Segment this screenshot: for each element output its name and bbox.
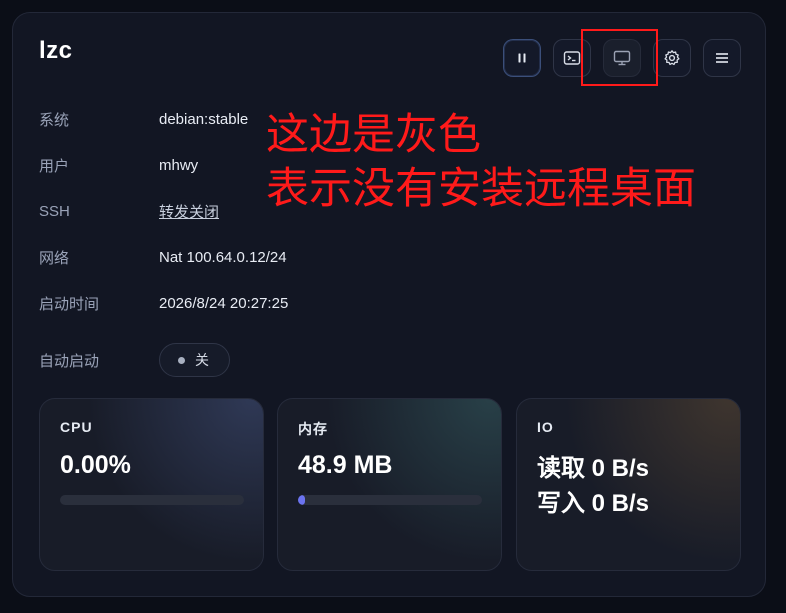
memory-progress-bar — [298, 495, 482, 505]
ssh-forward-link[interactable]: 转发关闭 — [159, 201, 219, 222]
autostart-label: 自动启动 — [39, 352, 100, 370]
terminal-icon — [563, 51, 581, 65]
start-time-label: 启动时间 — [39, 295, 100, 313]
io-label: IO — [537, 419, 554, 435]
pause-button[interactable] — [503, 39, 541, 77]
cpu-label: CPU — [60, 419, 93, 435]
highlight-box — [581, 29, 658, 86]
system-label: 系统 — [39, 111, 70, 129]
memory-label: 内存 — [298, 421, 328, 437]
system-value: debian:stable — [159, 110, 249, 128]
menu-button[interactable] — [703, 39, 741, 77]
cpu-card: CPU 0.00% — [39, 398, 264, 571]
vm-card: lzc 系统 debian:stable 用户 mhwy SSH 转发关闭 网络… — [12, 12, 766, 597]
user-value: mhwy — [159, 156, 199, 174]
pause-icon — [518, 53, 526, 63]
cpu-value: 0.00% — [60, 451, 131, 479]
memory-value: 48.9 MB — [298, 451, 393, 479]
io-values: 读取 0 B/s 写入 0 B/s — [537, 451, 649, 521]
cpu-progress-bar — [60, 495, 244, 505]
annotation-line-1: 这边是灰色 — [266, 110, 481, 160]
user-label: 用户 — [39, 157, 70, 175]
ssh-label: SSH — [39, 202, 70, 220]
memory-progress-fill — [298, 495, 306, 505]
toggle-dot-icon — [178, 356, 185, 364]
autostart-row: 自动启动 关 — [39, 343, 439, 377]
start-time-value: 2026/8/24 20:27:25 — [159, 294, 289, 312]
io-write-value: 写入 0 B/s — [537, 490, 650, 517]
network-row: 网络 Nat 100.64.0.12/24 — [39, 245, 439, 269]
start-time-row: 启动时间 2026/8/24 20:27:25 — [39, 291, 439, 315]
network-value: Nat 100.64.0.12/24 — [159, 248, 287, 266]
menu-icon — [716, 53, 728, 63]
annotation-line-2: 表示没有安装远程桌面 — [266, 164, 696, 214]
network-label: 网络 — [39, 249, 70, 267]
gear-icon — [664, 50, 680, 66]
autostart-toggle[interactable]: 关 — [159, 343, 230, 377]
vm-title: lzc — [39, 37, 73, 64]
autostart-value: 关 — [195, 352, 209, 368]
io-read-value: 读取 0 B/s — [537, 455, 650, 482]
annotation-text: 这边是灰色 表示没有安装远程桌面 — [266, 108, 696, 216]
memory-card: 内存 48.9 MB — [277, 398, 502, 571]
settings-button[interactable] — [653, 39, 691, 77]
io-card: IO 读取 0 B/s 写入 0 B/s — [516, 398, 741, 571]
